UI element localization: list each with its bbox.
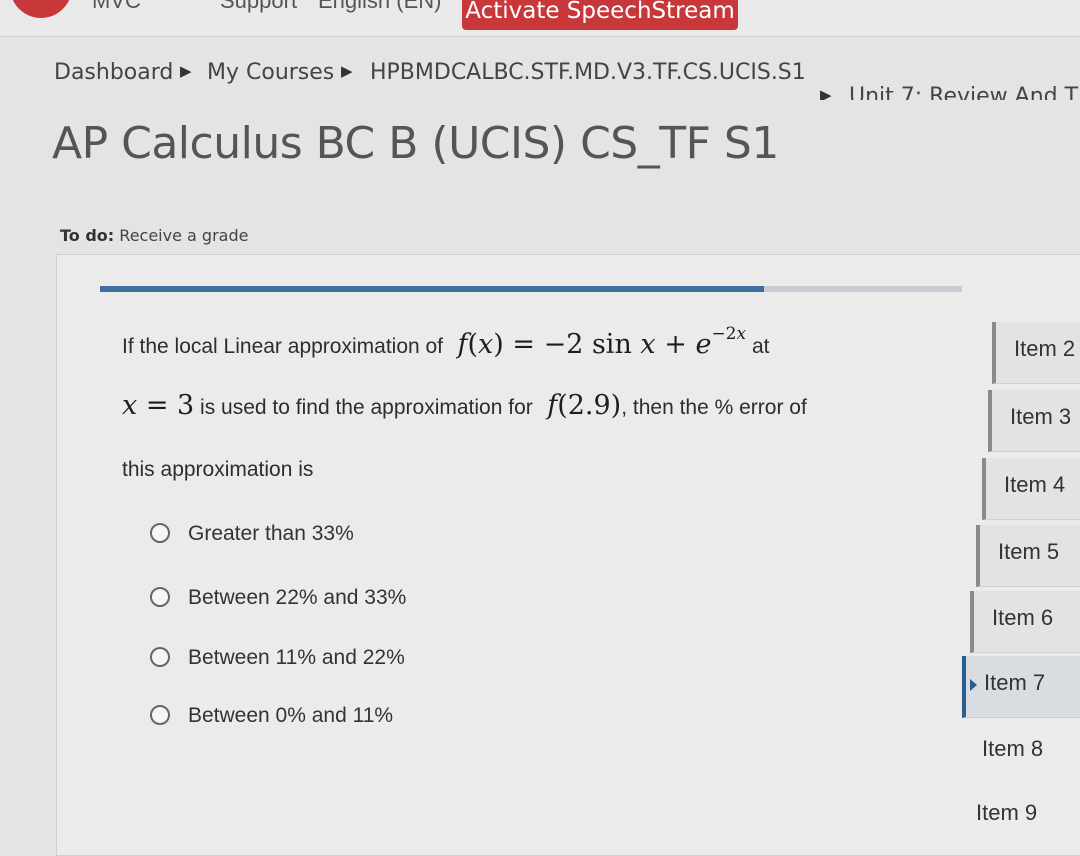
x-equals-expression: x = 3 bbox=[122, 390, 195, 421]
question-line-3: this approximation is bbox=[122, 458, 314, 481]
answer-option[interactable]: Between 11% and 22% bbox=[150, 646, 405, 670]
breadcrumb-separator-icon: ▶ bbox=[341, 62, 353, 80]
question-line-2: x = 3 is used to find the approximation … bbox=[122, 390, 807, 421]
nav-item-8[interactable]: Item 8 bbox=[964, 722, 1080, 784]
question-line-1: If the local Linear approximation of f(x… bbox=[122, 324, 770, 360]
breadcrumb: Dashboard ▶ My Courses ▶ HPBMDCALBC.STF.… bbox=[54, 60, 1080, 100]
breadcrumb-separator-icon: ▶ bbox=[820, 86, 832, 100]
breadcrumb-unit[interactable]: Unit 7: Review And T bbox=[849, 84, 1078, 100]
logo[interactable] bbox=[10, 0, 72, 18]
progress-fill bbox=[100, 286, 764, 292]
todo-label: To do: bbox=[60, 226, 115, 245]
answer-option[interactable]: Between 22% and 33% bbox=[150, 586, 406, 610]
radio-button[interactable] bbox=[150, 587, 170, 607]
radio-button[interactable] bbox=[150, 647, 170, 667]
breadcrumb-course-code[interactable]: HPBMDCALBC.STF.MD.V3.TF.CS.UCIS.S1 bbox=[370, 60, 806, 85]
answer-option[interactable]: Between 0% and 11% bbox=[150, 704, 393, 728]
radio-button[interactable] bbox=[150, 705, 170, 725]
nav-item-7[interactable]: Item 7 bbox=[962, 656, 1080, 718]
activate-speechstream-button[interactable]: Activate SpeechStream bbox=[462, 0, 738, 30]
function-expression: f(x) = −2 sin x + e−2x bbox=[457, 324, 747, 360]
nav-item-5[interactable]: Item 5 bbox=[976, 525, 1080, 587]
language-selector[interactable]: English (EN) bbox=[318, 0, 441, 14]
nav-item-2[interactable]: Item 2 bbox=[992, 322, 1080, 384]
page-title: AP Calculus BC B (UCIS) CS_TF S1 bbox=[52, 118, 779, 169]
answer-option[interactable]: Greater than 33% bbox=[150, 522, 354, 546]
todo-value: Receive a grade bbox=[119, 226, 249, 245]
nav-item-6[interactable]: Item 6 bbox=[970, 591, 1080, 653]
nav-link-support[interactable]: Support bbox=[220, 0, 297, 14]
breadcrumb-my-courses[interactable]: My Courses bbox=[207, 60, 334, 85]
nav-item-3[interactable]: Item 3 bbox=[988, 390, 1080, 452]
radio-button[interactable] bbox=[150, 523, 170, 543]
breadcrumb-separator-icon: ▶ bbox=[180, 62, 192, 80]
top-bar: MVC Support English (EN) Activate Speech… bbox=[0, 0, 1080, 37]
f-2-9-expression: f(2.9) bbox=[547, 390, 622, 421]
current-item-caret-icon bbox=[970, 679, 977, 691]
nav-link-mvc[interactable]: MVC bbox=[92, 0, 141, 14]
nav-item-4[interactable]: Item 4 bbox=[982, 458, 1080, 520]
progress-bar bbox=[100, 286, 962, 292]
nav-item-9[interactable]: Item 9 bbox=[958, 786, 1078, 848]
todo-status: To do: Receive a grade bbox=[60, 226, 248, 245]
breadcrumb-dashboard[interactable]: Dashboard bbox=[54, 60, 173, 85]
